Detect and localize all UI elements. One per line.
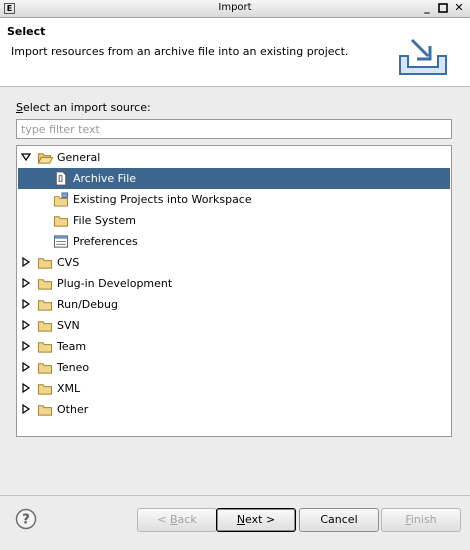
folder-icon [37, 342, 53, 353]
tree-item[interactable]: File System [18, 210, 450, 231]
finish-button[interactable]: Finish [381, 508, 461, 532]
window-titlebar[interactable]: E Import _ ✕ [0, 0, 470, 18]
expand-arrow-icon[interactable] [21, 320, 31, 330]
archive-file-icon [55, 171, 67, 186]
tree-item[interactable]: Existing Projects into Workspace [18, 189, 450, 210]
import-source-tree[interactable]: General Archive File Existing Projects int… [16, 145, 452, 437]
close-icon[interactable]: ✕ [452, 1, 466, 15]
wizard-banner: Select Import resources from an archive … [0, 18, 470, 87]
expand-arrow-icon[interactable] [21, 278, 31, 288]
svg-text:?: ? [22, 513, 30, 528]
folder-icon [37, 279, 53, 290]
folder-icon [37, 300, 53, 311]
expand-arrow-icon[interactable] [21, 383, 31, 393]
folder-icon [37, 384, 53, 395]
folder-icon [37, 321, 53, 332]
tree-item-label: General [57, 151, 101, 164]
project-icon [53, 192, 69, 207]
cancel-button[interactable]: Cancel [299, 508, 379, 532]
tree-item-label: Archive File [73, 172, 137, 185]
tree-item[interactable]: Teneo [18, 357, 450, 378]
tree-item[interactable]: Team [18, 336, 450, 357]
help-icon[interactable]: ? [15, 508, 37, 530]
folder-icon [37, 258, 53, 269]
back-button[interactable]: < Back [137, 508, 217, 532]
tree-item[interactable]: CVS [18, 252, 450, 273]
folder-icon [37, 405, 53, 416]
tree-item-label: Teneo [57, 361, 90, 374]
page-title: Select [7, 25, 46, 38]
tree-item-label: Run/Debug [57, 298, 118, 311]
folder-icon [37, 363, 53, 374]
tree-item-label: Plug-in Development [57, 277, 173, 290]
tree-item-label: Team [57, 340, 87, 353]
button-bar-separator [0, 495, 470, 496]
tree-item[interactable]: Archive File [18, 168, 450, 189]
import-source-label: Select an import source: [16, 101, 151, 114]
collapse-arrow-icon[interactable] [21, 152, 31, 162]
folder-open-icon [37, 153, 53, 164]
tree-item[interactable]: Run/Debug [18, 294, 450, 315]
expand-arrow-icon[interactable] [21, 257, 31, 267]
expand-arrow-icon[interactable] [21, 299, 31, 309]
tree-item[interactable]: SVN [18, 315, 450, 336]
filter-input[interactable] [16, 119, 452, 139]
minimize-icon[interactable]: _ [420, 1, 434, 15]
expand-arrow-icon[interactable] [21, 341, 31, 351]
tree-item[interactable]: Other [18, 399, 450, 420]
next-button[interactable]: Next > [216, 508, 296, 532]
import-wizard-icon [399, 38, 447, 75]
tree-item[interactable]: General [18, 147, 450, 168]
maximize-icon[interactable] [436, 1, 450, 15]
window-title: Import [218, 2, 252, 13]
tree-item-label: Other [57, 403, 89, 416]
folder-icon [53, 216, 69, 227]
tree-item[interactable]: Preferences [18, 231, 450, 252]
tree-item-label: Existing Projects into Workspace [73, 193, 252, 206]
tree-item-label: File System [73, 214, 136, 227]
expand-arrow-icon[interactable] [21, 404, 31, 414]
tree-item[interactable]: XML [18, 378, 450, 399]
tree-item-label: Preferences [73, 235, 138, 248]
page-description: Import resources from an archive file in… [11, 45, 349, 58]
tree-item-label: SVN [57, 319, 80, 332]
tree-item[interactable]: Plug-in Development [18, 273, 450, 294]
tree-item-label: CVS [57, 256, 80, 269]
tree-item-label: XML [57, 382, 81, 395]
preferences-icon [53, 235, 69, 248]
expand-arrow-icon[interactable] [21, 362, 31, 372]
